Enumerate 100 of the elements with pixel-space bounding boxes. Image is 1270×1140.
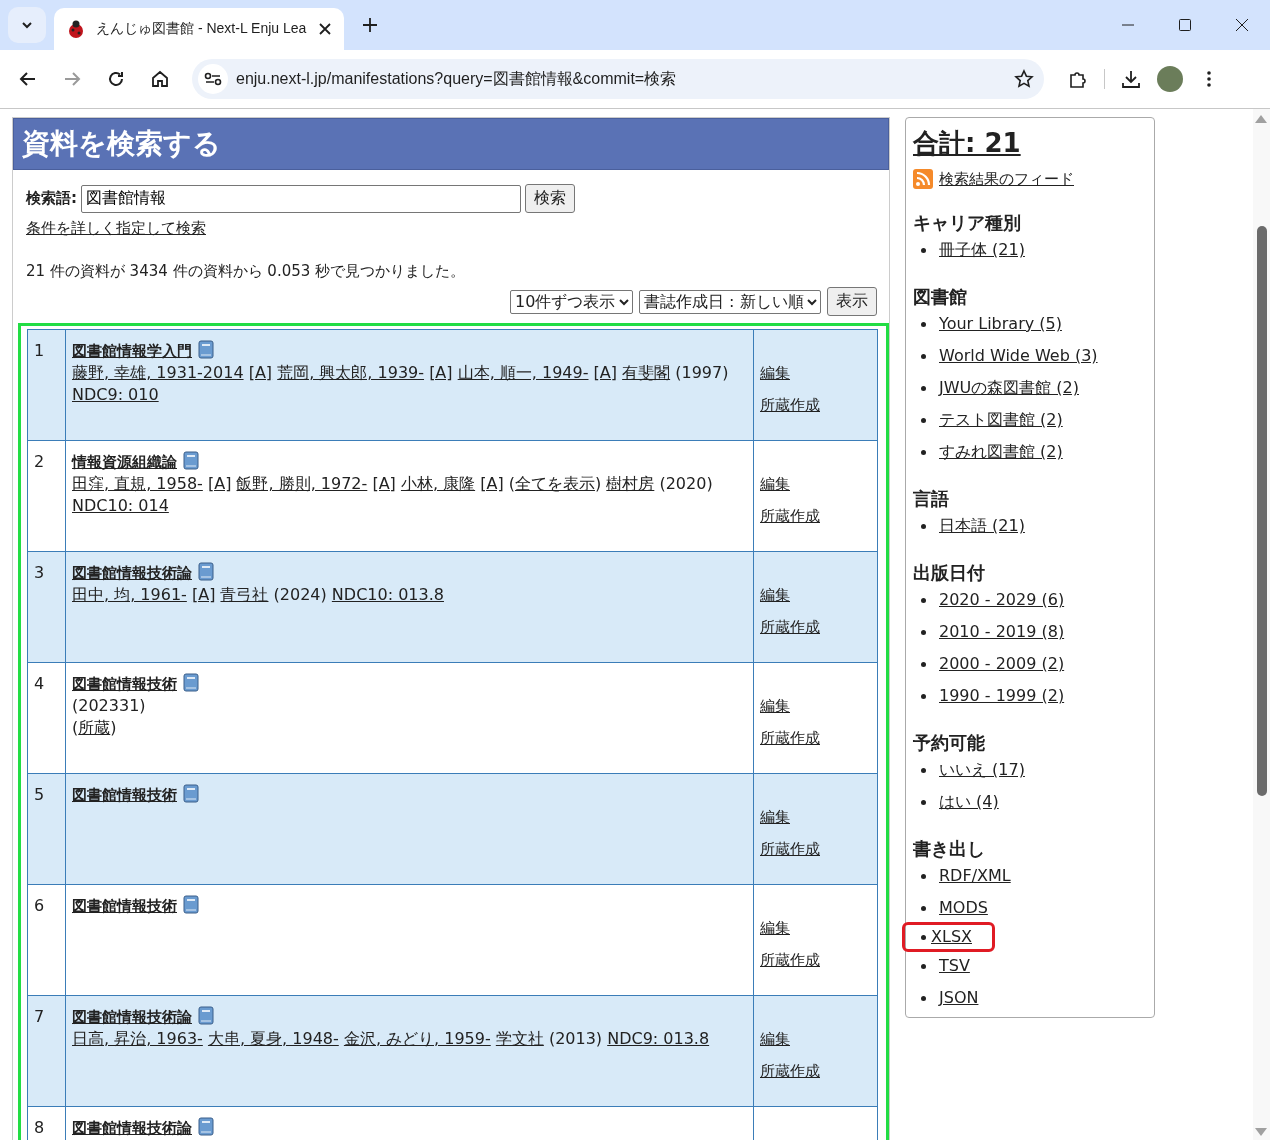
- create-holding-link[interactable]: 所蔵作成: [760, 616, 820, 638]
- create-holding-link[interactable]: 所蔵作成: [760, 394, 820, 416]
- role-link[interactable]: [A]: [191, 585, 216, 604]
- author-link[interactable]: 藤野, 幸雄, 1931-2014: [72, 363, 244, 382]
- create-holding-link[interactable]: 所蔵作成: [760, 727, 820, 749]
- facet-link[interactable]: 2020 - 2029 (6): [934, 587, 1070, 613]
- author-link[interactable]: 金沢, みどり, 1959-: [343, 1029, 491, 1048]
- author-link[interactable]: 飯野, 勝則, 1972-: [236, 474, 368, 493]
- role-link[interactable]: [A]: [480, 474, 504, 493]
- facet-link[interactable]: 1990 - 1999 (2): [934, 683, 1070, 709]
- result-title-link[interactable]: 図書館情報技術: [72, 897, 177, 915]
- role-link[interactable]: [A]: [593, 363, 618, 382]
- scrollbar-thumb[interactable]: [1257, 226, 1267, 796]
- bullet-dot: [921, 417, 926, 423]
- edit-link[interactable]: 編集: [760, 362, 790, 384]
- publication-year: (2020): [659, 474, 713, 493]
- plus-icon: [362, 17, 378, 33]
- result-title-link[interactable]: 情報資源組織論: [72, 453, 177, 471]
- facet-link[interactable]: 2000 - 2009 (2): [934, 651, 1070, 677]
- author-link[interactable]: 小林, 康隆: [400, 474, 476, 493]
- star-icon[interactable]: [1014, 69, 1034, 89]
- author-link[interactable]: 日高, 昇治, 1963-: [72, 1029, 203, 1048]
- scroll-down-icon[interactable]: [1255, 1128, 1267, 1136]
- role-link[interactable]: [A]: [207, 474, 232, 493]
- facet-link[interactable]: World Wide Web (3): [934, 343, 1103, 369]
- facet-link[interactable]: JWUの森図書館 (2): [934, 375, 1084, 401]
- publisher-link[interactable]: 青弓社: [220, 585, 269, 604]
- book-icon: [183, 673, 199, 692]
- edit-link[interactable]: 編集: [760, 917, 790, 939]
- facet-link[interactable]: RDF/XML: [934, 863, 1016, 889]
- scroll-up-icon[interactable]: [1255, 115, 1267, 123]
- result-title-link[interactable]: 図書館情報技術論: [72, 564, 192, 582]
- facet-link[interactable]: MODS: [934, 895, 993, 921]
- result-number: 6: [34, 896, 45, 915]
- result-title-link[interactable]: 図書館情報学入門: [72, 342, 192, 360]
- browser-tab[interactable]: えんじゅ図書館 - Next-L Enju Lea: [54, 8, 344, 50]
- edit-link[interactable]: 編集: [760, 473, 790, 495]
- create-holding-link[interactable]: 所蔵作成: [760, 838, 820, 860]
- facet-link[interactable]: 2010 - 2019 (8): [934, 619, 1070, 645]
- sort-select[interactable]: 書誌作成日 : 新しい順: [639, 289, 821, 314]
- per-page-select[interactable]: 10件ずつ表示: [510, 289, 633, 314]
- facet-link[interactable]: 日本語 (21): [934, 513, 1030, 539]
- classification-link[interactable]: NDC9: 013.8: [607, 1029, 710, 1048]
- author-link[interactable]: 山本, 順一, 1949-: [457, 363, 589, 382]
- holdings-link[interactable]: 所蔵: [78, 718, 111, 737]
- search-field[interactable]: 図書館情報: [81, 184, 521, 213]
- total-count-link[interactable]: 合計: 21: [913, 126, 1021, 161]
- tab-title: えんじゅ図書館 - Next-L Enju Lea: [96, 20, 308, 38]
- create-holding-link[interactable]: 所蔵作成: [760, 949, 820, 971]
- facet-link[interactable]: Your Library (5): [934, 311, 1067, 337]
- book-icon: [198, 562, 214, 581]
- author-link[interactable]: 大串, 夏身, 1948-: [207, 1029, 339, 1048]
- facet-heading: 予約可能: [913, 731, 986, 755]
- site-info-button[interactable]: [198, 64, 228, 94]
- role-link[interactable]: [A]: [372, 474, 396, 493]
- facet-link[interactable]: テスト図書館 (2): [934, 407, 1068, 433]
- close-icon[interactable]: [318, 22, 332, 36]
- author-link[interactable]: 田窪, 直規, 1958-: [72, 474, 203, 493]
- parenthesis: (: [72, 718, 79, 737]
- create-holding-link[interactable]: 所蔵作成: [760, 1060, 820, 1082]
- facet-link[interactable]: 冊子体 (21): [934, 237, 1030, 263]
- facet-link[interactable]: いいえ (17): [934, 757, 1030, 783]
- scrollbar[interactable]: [1253, 109, 1270, 1140]
- apply-button[interactable]: 表示: [827, 287, 877, 316]
- advanced-search-link[interactable]: 条件を詳しく指定して検索: [26, 219, 206, 238]
- classification-link[interactable]: NDC10: 013.8: [331, 585, 444, 604]
- classification-link[interactable]: NDC10: 014: [72, 496, 169, 515]
- facet-link[interactable]: はい (4): [934, 789, 1004, 815]
- result-title-link[interactable]: 図書館情報技術論: [72, 1008, 192, 1026]
- profile-avatar[interactable]: [1157, 66, 1183, 92]
- publisher-link[interactable]: 有斐閣: [622, 363, 671, 382]
- facet-link[interactable]: TSV: [934, 953, 975, 979]
- publisher-link[interactable]: 学文社: [495, 1029, 544, 1048]
- edit-link[interactable]: 編集: [760, 695, 790, 717]
- edit-link[interactable]: 編集: [760, 1028, 790, 1050]
- address-bar[interactable]: enju.next-l.jp/manifestations?query=図書館情報&commit=検索: [192, 59, 1044, 99]
- author-link[interactable]: 田中, 均, 1961-: [72, 585, 187, 604]
- facet-link[interactable]: JSON: [934, 985, 984, 1011]
- rss-icon[interactable]: [913, 169, 933, 189]
- show-all-link[interactable]: 全てを表示: [515, 474, 595, 493]
- facet-link[interactable]: すみれ図書館 (2): [934, 439, 1068, 465]
- role-link[interactable]: [A]: [429, 363, 453, 382]
- classification-link[interactable]: NDC9: 010: [72, 385, 159, 404]
- feed-link[interactable]: 検索結果のフィード: [939, 169, 1074, 189]
- search-button[interactable]: 検索: [525, 184, 575, 213]
- result-title-link[interactable]: 図書館情報技術論: [72, 1119, 192, 1137]
- author-link[interactable]: 荒岡, 興太郎, 1939-: [277, 363, 425, 382]
- result-title-link[interactable]: 図書館情報技術: [72, 786, 177, 804]
- role-link[interactable]: [A]: [248, 363, 273, 382]
- bullet-dot: [921, 321, 926, 327]
- reload-icon: [107, 70, 125, 88]
- edit-link[interactable]: 編集: [760, 584, 790, 606]
- result-title-link[interactable]: 図書館情報技術: [72, 675, 177, 693]
- publisher-link[interactable]: 樹村房: [606, 474, 655, 493]
- edit-link[interactable]: 編集: [760, 806, 790, 828]
- bullet-dot: [921, 693, 926, 699]
- bullet-dot: [921, 905, 926, 911]
- create-holding-link[interactable]: 所蔵作成: [760, 505, 820, 527]
- puzzle-icon: [1068, 69, 1088, 89]
- facet-link[interactable]: XLSX: [902, 922, 995, 952]
